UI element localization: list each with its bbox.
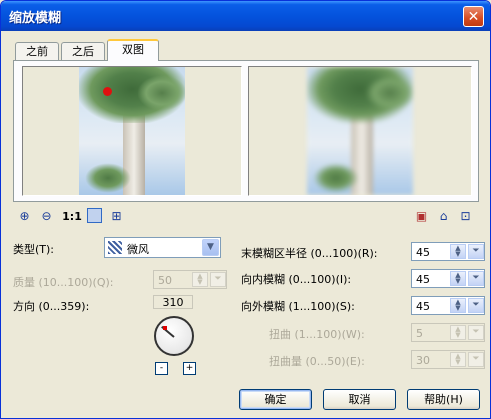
dial-marker [163, 326, 167, 330]
type-select[interactable]: 微风 ▼ [104, 237, 221, 258]
inward-label: 向内模糊 (0...100)(I): [241, 273, 352, 286]
twist-value: 5 [416, 327, 423, 340]
reset-icon[interactable]: ▣ [414, 209, 429, 224]
fit-view-icon[interactable] [87, 208, 102, 223]
slider-toggle-icon[interactable]: ⏷ [468, 352, 484, 367]
direction-value: 310 [153, 295, 193, 309]
type-value: 微风 [127, 243, 149, 256]
spin-updown-icon[interactable]: ▲ ▼ [192, 272, 208, 287]
type-label: 类型(T): [13, 243, 55, 256]
spin-updown-icon[interactable]: ▲ ▼ [450, 271, 466, 286]
title-bar[interactable]: 缩放模糊 ✕ [1, 1, 490, 31]
help-button[interactable]: 帮助(H) [407, 389, 480, 410]
twist-spinner[interactable]: 5 ▲ ▼ ⏷ [411, 323, 485, 342]
outward-value: 45 [416, 300, 430, 313]
before-preview[interactable] [22, 66, 242, 196]
ok-button[interactable]: 确定 [239, 389, 312, 410]
slider-toggle-icon[interactable]: ⏷ [468, 298, 484, 313]
chevron-down-icon[interactable]: ▼ [202, 239, 219, 256]
direction-decrease-button[interactable]: - [155, 362, 168, 375]
radius-label: 末模糊区半径 (0...100)(R): [241, 247, 378, 260]
pan-icon[interactable]: ⊞ [109, 209, 124, 224]
outward-label: 向外模糊 (1...100)(S): [241, 300, 355, 313]
original-image [79, 67, 185, 195]
quality-label: 质量 (10...100)(Q): [13, 276, 114, 289]
spin-updown-icon[interactable]: ▲ ▼ [450, 244, 466, 259]
tab-after[interactable]: 之后 [61, 42, 105, 60]
radius-value: 45 [416, 246, 430, 259]
preview-panel [13, 60, 479, 202]
preview-lock-icon[interactable]: ⌂ [436, 209, 451, 224]
outward-spinner[interactable]: 45 ▲ ▼ ⏷ [411, 296, 485, 315]
radius-spinner[interactable]: 45 ▲ ▼ ⏷ [411, 242, 485, 261]
direction-dial[interactable] [154, 316, 194, 356]
zoom-in-icon[interactable]: ⊕ [17, 209, 32, 224]
quality-value: 50 [158, 274, 172, 287]
dialog-title: 缩放模糊 [9, 11, 62, 26]
zoom-out-icon[interactable]: ⊖ [39, 209, 54, 224]
slider-toggle-icon[interactable]: ⏷ [468, 271, 484, 286]
slider-toggle-icon[interactable]: ⏷ [468, 244, 484, 259]
twist-label: 扭曲 (1...100)(W): [269, 328, 365, 341]
twist-amount-label: 扭曲量 (0...50)(E): [269, 355, 365, 368]
after-preview[interactable] [248, 66, 472, 196]
actual-size-button[interactable]: 1:1 [61, 209, 83, 224]
blur-center-marker[interactable] [103, 87, 112, 96]
spin-updown-icon[interactable]: ▲ ▼ [450, 325, 466, 340]
tab-dual[interactable]: 双图 [107, 39, 159, 61]
tab-before[interactable]: 之前 [15, 42, 59, 60]
direction-increase-button[interactable]: + [183, 362, 196, 375]
close-button[interactable]: ✕ [463, 6, 484, 27]
breeze-icon [108, 241, 122, 254]
quality-spinner[interactable]: 50 ▲ ▼ ⏷ [153, 270, 227, 289]
spin-updown-icon[interactable]: ▲ ▼ [450, 298, 466, 313]
direction-label: 方向 (0...359): [13, 300, 90, 313]
zoom-blur-dialog: 缩放模糊 ✕ 之前 之后 双图 ⊕ ⊖ 1:1 ⊞ ▣ ⌂ ⊡ 类型(T): 微… [0, 0, 491, 419]
twist-amount-value: 30 [416, 354, 430, 367]
spin-updown-icon[interactable]: ▲ ▼ [450, 352, 466, 367]
twist-amount-spinner[interactable]: 30 ▲ ▼ ⏷ [411, 350, 485, 369]
preview-icon[interactable]: ⊡ [458, 209, 473, 224]
inward-value: 45 [416, 273, 430, 286]
blurred-image [307, 67, 413, 195]
slider-toggle-icon[interactable]: ⏷ [468, 325, 484, 340]
inward-spinner[interactable]: 45 ▲ ▼ ⏷ [411, 269, 485, 288]
cancel-button[interactable]: 取消 [323, 389, 396, 410]
slider-toggle-icon[interactable]: ⏷ [210, 272, 226, 287]
